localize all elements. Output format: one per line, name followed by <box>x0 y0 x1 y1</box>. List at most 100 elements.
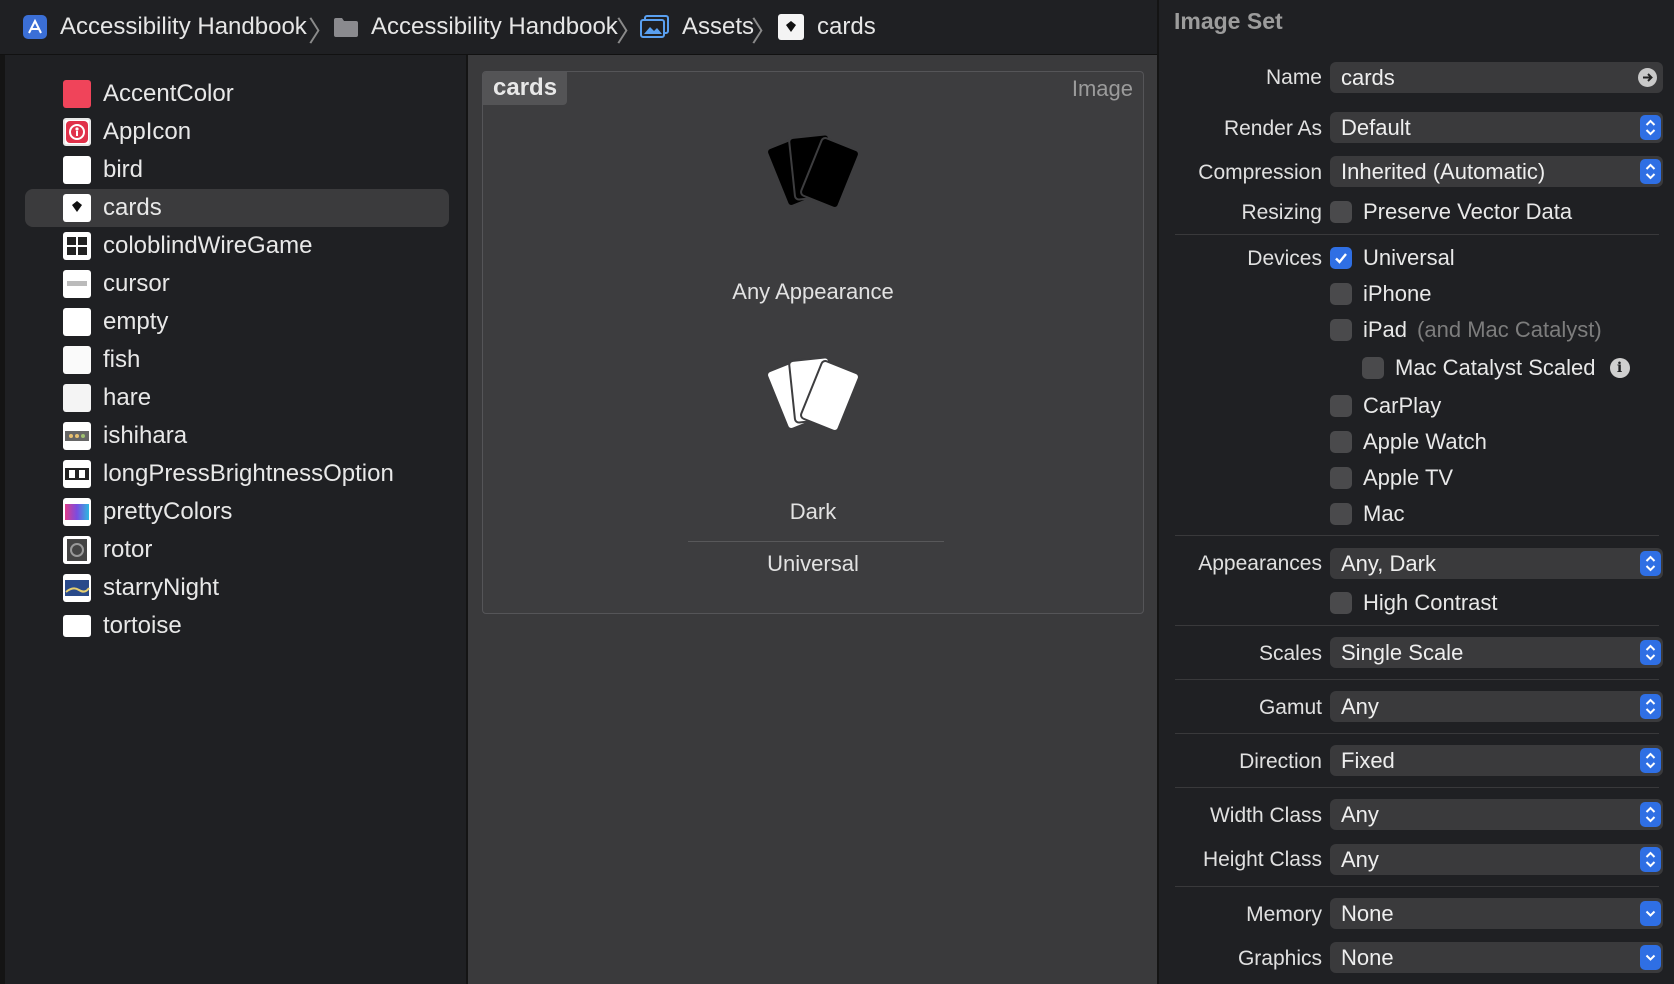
graphics-value: None <box>1341 945 1394 970</box>
chevron-updown-icon <box>1640 115 1661 140</box>
asset-item-ishihara[interactable]: ishihara <box>25 417 449 455</box>
render-as-value: Default <box>1341 115 1411 140</box>
asset-item-cards[interactable]: cards <box>25 189 449 227</box>
checkbox-icon <box>1330 283 1352 305</box>
device-label: Apple TV <box>1363 465 1454 490</box>
device-label: Mac <box>1363 501 1405 526</box>
asset-item-bird[interactable]: bird <box>25 151 449 189</box>
chevron-right-icon: 〉 <box>308 15 337 48</box>
image-set-well[interactable]: cards Image Any Appearance Dark Universa… <box>482 71 1144 614</box>
chevron-updown-icon <box>1640 640 1661 665</box>
asset-item-coloblindwiregame[interactable]: coloblindWireGame <box>25 227 449 265</box>
render-as-label: Render As <box>1223 117 1322 140</box>
device-mac-catalyst-scaled-checkbox[interactable]: Mac Catalyst Scaled i <box>1362 354 1630 382</box>
device-mac-checkbox[interactable]: Mac <box>1330 500 1405 528</box>
idiom-label: Universal <box>767 551 859 576</box>
compression-popup[interactable]: Inherited (Automatic) <box>1330 156 1663 187</box>
device-label: Universal <box>1363 245 1455 270</box>
direction-popup[interactable]: Fixed <box>1330 745 1663 776</box>
scales-popup[interactable]: Single Scale <box>1330 637 1663 668</box>
direction-value: Fixed <box>1341 748 1395 773</box>
asset-label: rotor <box>103 536 153 563</box>
asset-item-hare[interactable]: hare <box>25 379 449 417</box>
arrow-circle-icon[interactable] <box>1638 68 1657 87</box>
height-class-popup[interactable]: Any <box>1330 844 1663 875</box>
cards-black-icon[interactable] <box>758 130 870 227</box>
asset-item-rotor[interactable]: rotor <box>25 531 449 569</box>
asset-item-longpressbrightnessoption[interactable]: longPressBrightnessOption <box>25 455 449 493</box>
height-class-value: Any <box>1341 847 1379 872</box>
asset-label: tortoise <box>103 612 182 639</box>
device-label: CarPlay <box>1363 393 1442 418</box>
section-divider <box>1175 787 1659 788</box>
width-class-value: Any <box>1341 802 1379 827</box>
asset-label: coloblindWireGame <box>103 232 313 259</box>
asset-item-cursor[interactable]: cursor <box>25 265 449 303</box>
image-thumbnail-icon <box>63 384 91 412</box>
attributes-inspector: Image Set Name cards Render As Default C… <box>1159 0 1674 984</box>
asset-item-accentcolor[interactable]: AccentColor <box>25 75 449 113</box>
resizing-label: Resizing <box>1241 201 1322 224</box>
height-class-label: Height Class <box>1202 848 1322 871</box>
device-carplay-checkbox[interactable]: CarPlay <box>1330 392 1441 420</box>
app-icon-thumbnail-icon <box>63 118 91 146</box>
breadcrumb-item-catalog[interactable]: Assets <box>640 0 754 54</box>
asset-label: AccentColor <box>103 80 234 107</box>
asset-item-starrynight[interactable]: starryNight <box>25 569 449 607</box>
device-universal-checkbox[interactable]: Universal <box>1330 244 1455 272</box>
asset-navigator: AccentColor AppIcon bird cards coloblind… <box>0 55 466 984</box>
direction-label: Direction <box>1239 750 1322 773</box>
slot-label-dark: Dark <box>789 499 837 524</box>
info-icon[interactable]: i <box>1609 358 1630 378</box>
asset-label: prettyColors <box>103 498 233 525</box>
name-label: Name <box>1265 66 1322 89</box>
image-thumbnail-icon <box>63 422 91 450</box>
asset-item-tortoise[interactable]: tortoise <box>25 607 449 645</box>
device-apple-watch-checkbox[interactable]: Apple Watch <box>1330 428 1487 456</box>
asset-label: cursor <box>103 270 170 297</box>
device-ipad-checkbox[interactable]: iPad (and Mac Catalyst) <box>1330 316 1602 344</box>
scales-value: Single Scale <box>1341 640 1464 665</box>
image-thumbnail-icon <box>63 498 91 526</box>
preserve-vector-checkbox[interactable]: Preserve Vector Data <box>1330 198 1572 226</box>
gamut-label: Gamut <box>1258 696 1322 719</box>
width-class-popup[interactable]: Any <box>1330 799 1663 830</box>
device-note: (and Mac Catalyst) <box>1417 317 1602 342</box>
asset-label: hare <box>103 384 152 411</box>
breadcrumb-item-group[interactable]: Accessibility Handbook <box>333 0 618 54</box>
breadcrumb: Accessibility Handbook 〉 Accessibility H… <box>0 0 1157 55</box>
devices-label: Devices <box>1247 247 1322 270</box>
breadcrumb-item-project[interactable]: Accessibility Handbook <box>22 0 307 54</box>
checkbox-icon <box>1362 357 1384 379</box>
gamut-popup[interactable]: Any <box>1330 691 1663 722</box>
cards-white-icon[interactable] <box>758 353 870 450</box>
image-thumbnail-icon <box>63 232 91 260</box>
device-iphone-checkbox[interactable]: iPhone <box>1330 280 1432 308</box>
asset-item-appicon[interactable]: AppIcon <box>25 113 449 151</box>
asset-item-fish[interactable]: fish <box>25 341 449 379</box>
memory-label: Memory <box>1246 903 1322 926</box>
section-divider <box>1175 679 1659 680</box>
memory-popup[interactable]: None <box>1330 898 1663 929</box>
asset-catalog-icon <box>640 15 670 39</box>
render-as-popup[interactable]: Default <box>1330 112 1663 143</box>
high-contrast-checkbox[interactable]: High Contrast <box>1330 589 1498 617</box>
asset-item-empty[interactable]: empty <box>25 303 449 341</box>
memory-value: None <box>1341 901 1394 926</box>
chevron-updown-icon <box>1640 847 1661 872</box>
asset-label: cards <box>103 194 162 221</box>
asset-label: ishihara <box>103 422 188 449</box>
name-field[interactable]: cards <box>1330 62 1663 93</box>
breadcrumb-label: Assets <box>682 13 755 40</box>
device-apple-tv-checkbox[interactable]: Apple TV <box>1330 464 1453 492</box>
asset-label: starryNight <box>103 574 220 601</box>
breadcrumb-label: Accessibility Handbook <box>371 13 618 40</box>
name-value: cards <box>1341 65 1395 90</box>
appearances-popup[interactable]: Any, Dark <box>1330 548 1663 579</box>
graphics-popup[interactable]: None <box>1330 942 1663 973</box>
asset-item-prettycolors[interactable]: prettyColors <box>25 493 449 531</box>
chevron-down-icon <box>1640 945 1661 970</box>
chevron-right-icon: 〉 <box>751 15 780 48</box>
breadcrumb-item-imageset[interactable]: cards <box>777 0 876 54</box>
section-divider <box>1175 535 1659 536</box>
